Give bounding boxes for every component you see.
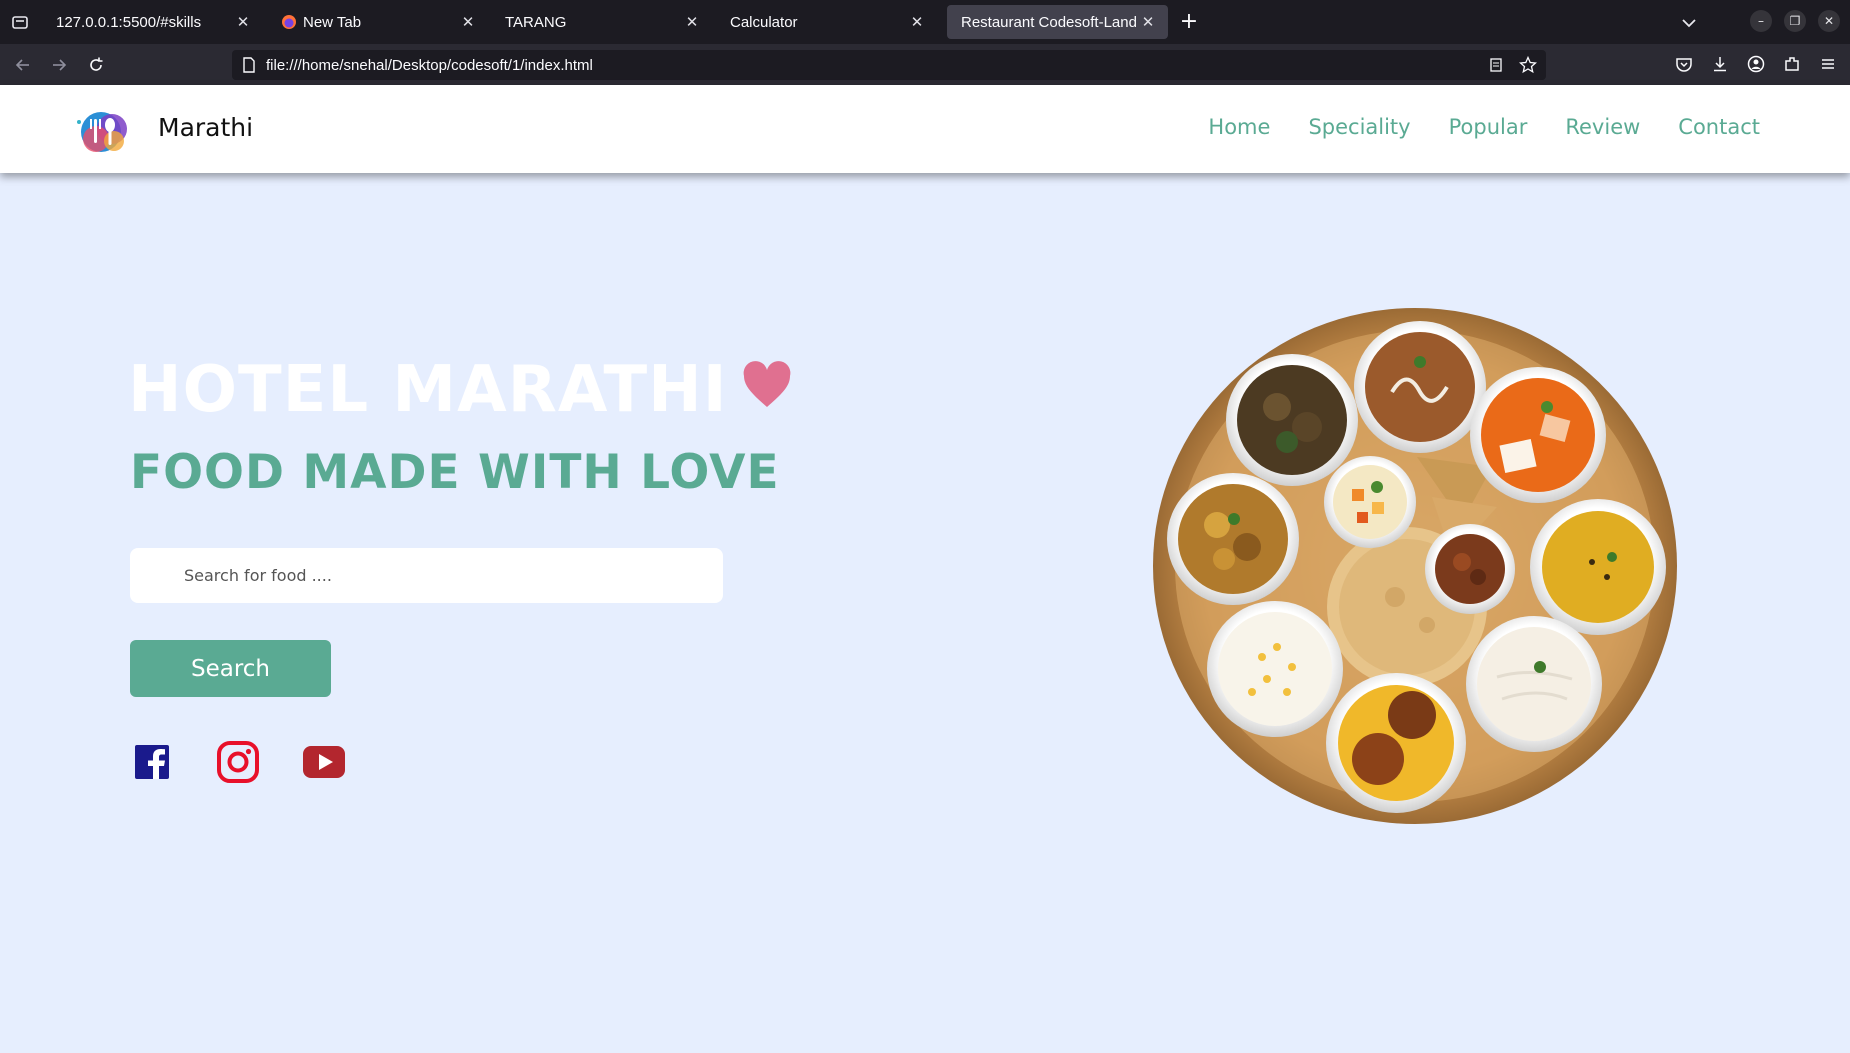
browser-tab[interactable]: TARANG ✕ — [491, 5, 712, 39]
food-search-input[interactable] — [130, 548, 723, 603]
close-icon[interactable]: ✕ — [233, 13, 253, 31]
restore-icon[interactable]: ❐ — [1784, 10, 1806, 32]
facebook-icon[interactable] — [130, 740, 174, 784]
hero-title: HOTEL MARATHI — [128, 353, 728, 427]
hero-section: HOTEL MARATHI FOOD MADE WITH LOVE Search — [0, 173, 1850, 1053]
reload-icon[interactable] — [83, 52, 109, 78]
page-icon — [243, 57, 255, 73]
tab-title: Restaurant Codesoft-Landing — [961, 13, 1138, 31]
tab-list-icon[interactable] — [0, 0, 40, 44]
nav-review-link[interactable]: Review — [1565, 115, 1640, 139]
forward-arrow-icon[interactable] — [46, 52, 72, 78]
firefox-icon — [282, 15, 296, 29]
minimize-icon[interactable]: – — [1750, 10, 1772, 32]
new-tab-icon[interactable]: + — [1176, 10, 1202, 36]
instagram-icon[interactable] — [216, 740, 260, 784]
close-icon[interactable]: ✕ — [1138, 13, 1158, 31]
brand-name[interactable]: Marathi — [158, 113, 253, 142]
chevron-down-icon[interactable] — [1678, 12, 1700, 34]
thali-food-image — [1153, 308, 1677, 824]
back-arrow-icon[interactable] — [10, 52, 36, 78]
nav-speciality-link[interactable]: Speciality — [1308, 115, 1410, 139]
heart-icon — [743, 361, 791, 407]
tab-title: TARANG — [505, 13, 567, 31]
browser-tab[interactable]: 127.0.0.1:5500/#skills ✕ — [42, 5, 263, 39]
browser-tab[interactable]: New Tab ✕ — [267, 5, 488, 39]
nav-contact-link[interactable]: Contact — [1678, 115, 1760, 139]
browser-tab-active[interactable]: Restaurant Codesoft-Landing ✕ — [947, 5, 1168, 39]
tab-title: Calculator — [730, 13, 798, 31]
close-icon[interactable]: ✕ — [682, 13, 702, 31]
close-icon[interactable]: ✕ — [907, 13, 927, 31]
url-bar[interactable]: file:///home/snehal/Desktop/codesoft/1/i… — [232, 50, 1546, 80]
browser-nav-bar: file:///home/snehal/Desktop/codesoft/1/i… — [0, 44, 1850, 85]
url-text: file:///home/snehal/Desktop/codesoft/1/i… — [266, 56, 593, 74]
hero-subtitle: FOOD MADE WITH LOVE — [130, 445, 780, 500]
youtube-icon[interactable] — [302, 740, 346, 784]
tab-title: 127.0.0.1:5500/#skills — [56, 13, 202, 31]
browser-tab-bar: 127.0.0.1:5500/#skills ✕ New Tab ✕ TARAN… — [0, 0, 1850, 44]
bookmark-star-icon[interactable] — [1518, 55, 1538, 75]
account-icon[interactable] — [1744, 52, 1768, 76]
close-icon[interactable]: ✕ — [458, 13, 478, 31]
site-header: Marathi Home Speciality Popular Review C… — [0, 85, 1850, 173]
extensions-icon[interactable] — [1780, 52, 1804, 76]
nav-popular-link[interactable]: Popular — [1449, 115, 1528, 139]
reader-view-icon[interactable] — [1486, 55, 1506, 75]
search-button[interactable]: Search — [130, 640, 331, 697]
restaurant-logo-icon[interactable] — [74, 105, 136, 157]
window-controls: – ❐ ✕ — [1750, 10, 1840, 32]
tab-title: New Tab — [303, 13, 362, 31]
pocket-icon[interactable] — [1672, 52, 1696, 76]
menu-icon[interactable] — [1816, 52, 1840, 76]
window-close-icon[interactable]: ✕ — [1818, 10, 1840, 32]
download-icon[interactable] — [1708, 52, 1732, 76]
browser-tab[interactable]: Calculator ✕ — [716, 5, 937, 39]
nav-home-link[interactable]: Home — [1208, 115, 1270, 139]
site-nav: Home Speciality Popular Review Contact — [1208, 115, 1760, 139]
